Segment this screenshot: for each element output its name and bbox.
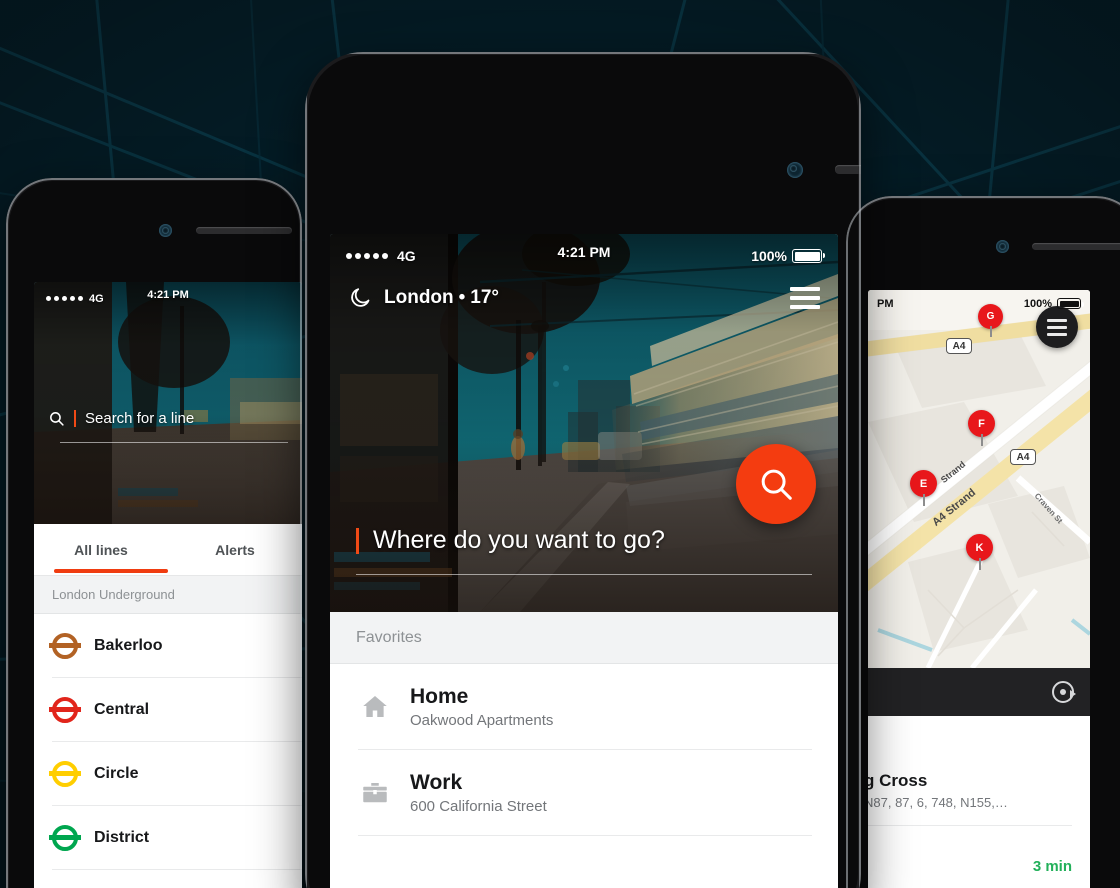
battery-icon <box>1057 298 1084 309</box>
favorites-list: Home Oakwood Apartments Work 600 Califor… <box>330 664 838 888</box>
list-item[interactable]: Circle <box>34 742 302 806</box>
road-shield: A4 <box>946 338 972 354</box>
left-search-placeholder: Search for a line <box>85 410 195 427</box>
list-item[interactable]: Home Oakwood Apartments <box>330 664 838 750</box>
line-name: Circle <box>94 765 139 782</box>
favorites-section-header: Favorites <box>330 612 838 664</box>
left-phone-bezel <box>6 178 302 278</box>
right-phone: A4 A4 Strand A4 Strand Craven St G F E K… <box>846 196 1120 888</box>
tab-all-lines-label: All lines <box>74 542 128 558</box>
center-hero-header: London • 17° <box>330 286 838 310</box>
favorite-subtitle: Oakwood Apartments <box>410 712 554 729</box>
left-search-field[interactable]: Search for a line <box>34 410 302 443</box>
city-temperature-label: London • 17° <box>384 287 499 309</box>
left-section-header-label: London Underground <box>52 587 175 602</box>
active-tab-underline <box>54 569 168 573</box>
earpiece-speaker <box>835 165 861 174</box>
center-phone-screen: 4G 4:21 PM 100% London • 17° Where do yo… <box>330 234 838 888</box>
home-icon <box>358 692 392 722</box>
map-pin[interactable]: K <box>966 534 993 570</box>
stop-detail-panel: g Cross N87, 87, 6, 748, N155,… 3 min <box>868 716 1090 888</box>
tab-alerts[interactable]: Alerts <box>168 542 302 558</box>
center-hero-image: 4G 4:21 PM 100% London • 17° Where do yo… <box>330 234 838 612</box>
left-phone: 4G 4:21 PM Search for a line All lines A… <box>6 178 302 888</box>
center-search-prompt: Where do you want to go? <box>373 526 665 554</box>
list-item[interactable]: Hammersmith & City <box>34 870 302 888</box>
front-camera-icon <box>159 224 172 237</box>
map-menu-button[interactable] <box>1036 306 1078 348</box>
line-name: Central <box>94 701 150 718</box>
roundel-icon <box>48 633 82 659</box>
center-phone: 4G 4:21 PM 100% London • 17° Where do yo… <box>305 52 861 888</box>
front-camera-icon <box>996 240 1009 253</box>
left-phone-screen: 4G 4:21 PM Search for a line All lines A… <box>34 282 302 888</box>
line-name: District <box>94 829 150 846</box>
left-tab-bar: All lines Alerts <box>34 524 302 576</box>
list-item[interactable]: Central <box>34 678 302 742</box>
network-type: 4G <box>397 248 416 264</box>
road-shield-label: A4 <box>952 340 966 352</box>
network-type: 4G <box>89 292 104 305</box>
line-name: Bakerloo <box>94 637 163 654</box>
list-item[interactable]: 3 min <box>868 826 1090 888</box>
map-toolbar <box>868 668 1090 716</box>
battery-icon <box>792 249 825 263</box>
temperature-value: 17° <box>470 287 500 308</box>
favorite-title: Work <box>410 771 463 794</box>
road-shield: A4 <box>1010 449 1036 465</box>
map-view[interactable]: A4 A4 Strand A4 Strand Craven St G F E K… <box>868 290 1090 668</box>
battery-percent: 100% <box>1023 297 1052 310</box>
roundel-icon <box>48 697 82 723</box>
center-status-bar: 4G 4:21 PM 100% <box>330 234 838 268</box>
map-pin-label: K <box>975 541 984 554</box>
favorite-title: Home <box>410 685 469 708</box>
front-camera-icon <box>787 162 803 178</box>
right-status-bar: PM 100% <box>868 290 1090 312</box>
signal-strength-dots <box>346 253 388 259</box>
list-item[interactable]: g Cross N87, 87, 6, 748, N155,… <box>868 716 1090 826</box>
right-phone-bezel <box>846 196 1120 292</box>
signal-strength-dots <box>46 296 83 301</box>
tab-alerts-label: Alerts <box>215 542 255 558</box>
status-time-fragment: PM <box>877 297 894 310</box>
list-item[interactable]: Work 600 California Street <box>330 750 838 836</box>
status-time: 4:21 PM <box>147 289 189 301</box>
earpiece-speaker <box>1032 243 1120 250</box>
search-icon <box>48 410 65 427</box>
road-shield-label: A4 <box>1016 451 1030 463</box>
list-item[interactable]: District <box>34 806 302 870</box>
status-time: 4:21 PM <box>557 244 611 260</box>
right-phone-screen: A4 A4 Strand A4 Strand Craven St G F E K… <box>868 290 1090 888</box>
favorite-subtitle: 600 California Street <box>410 798 547 815</box>
map-pin[interactable]: E <box>910 470 937 506</box>
hamburger-menu-icon[interactable] <box>790 287 820 309</box>
city-temp-separator: • <box>458 287 466 308</box>
left-status-bar: 4G 4:21 PM <box>34 282 302 308</box>
roundel-icon <box>48 761 82 787</box>
favorites-header-label: Favorites <box>356 628 422 646</box>
map-pin[interactable]: F <box>968 410 995 446</box>
stop-name: g Cross <box>868 771 928 790</box>
search-icon <box>757 465 795 503</box>
showcase-stage: 4G 4:21 PM Search for a line All lines A… <box>0 0 1120 888</box>
refresh-icon[interactable] <box>1052 681 1076 703</box>
left-section-header: London Underground <box>34 576 302 614</box>
briefcase-icon <box>358 778 392 808</box>
roundel-icon <box>48 825 82 851</box>
center-phone-bezel <box>305 52 861 184</box>
stop-routes: N87, 87, 6, 748, N155,… <box>868 795 1008 810</box>
map-pin-label: F <box>978 417 985 430</box>
eta-badge: 3 min <box>1032 857 1072 875</box>
tab-all-lines[interactable]: All lines <box>34 542 168 558</box>
underground-lines-list: Bakerloo Central Circle District <box>34 614 302 888</box>
left-hero-image: 4G 4:21 PM Search for a line <box>34 282 302 524</box>
battery-percent: 100% <box>751 248 787 264</box>
center-search-field[interactable]: Where do you want to go? <box>330 526 838 575</box>
list-item[interactable]: Bakerloo <box>34 614 302 678</box>
search-fab-button[interactable] <box>736 444 816 524</box>
earpiece-speaker <box>196 227 292 234</box>
map-pin-label: E <box>919 477 928 490</box>
moon-icon <box>348 286 372 310</box>
city-name: London <box>384 287 454 308</box>
